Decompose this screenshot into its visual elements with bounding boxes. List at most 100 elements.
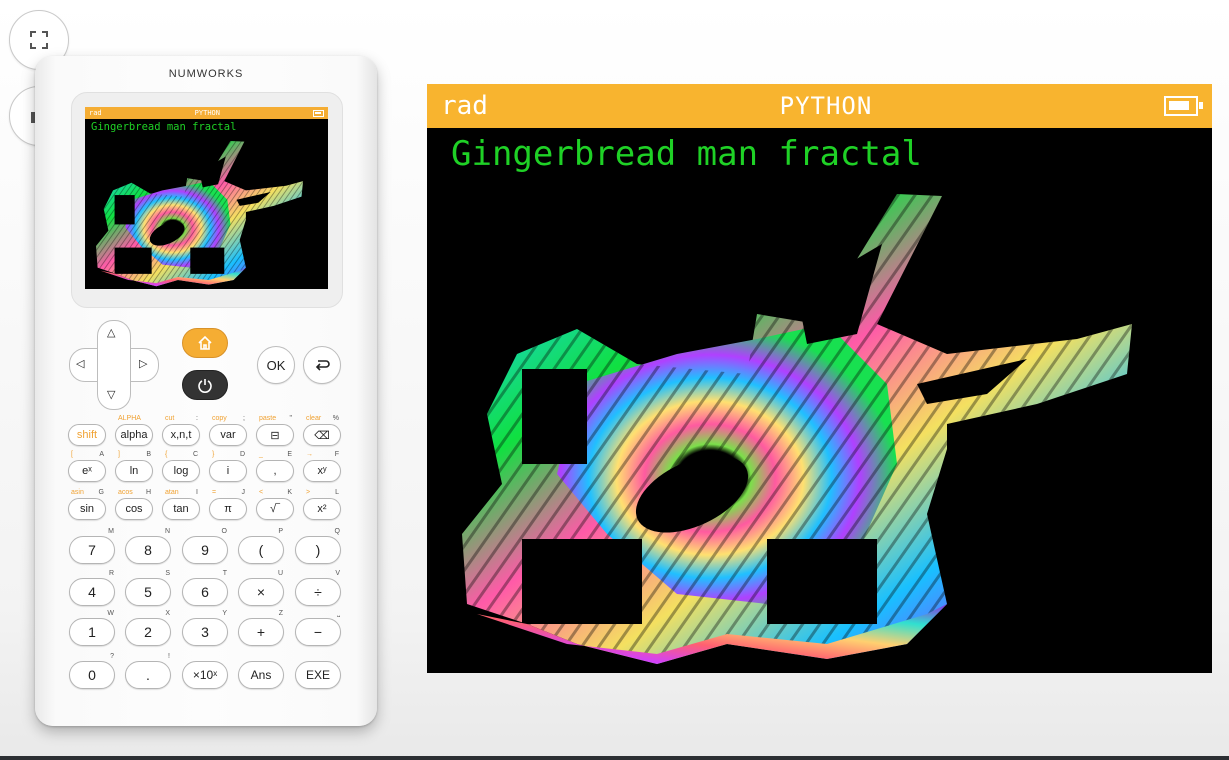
- key-alpha-label: M: [108, 528, 114, 535]
- key-r3-c5[interactable]: √‾ < K: [256, 489, 294, 520]
- key-num-r2-c1[interactable]: 4R: [69, 570, 115, 606]
- key-num-r2-c3[interactable]: 6T: [182, 570, 228, 606]
- key-r1-c4[interactable]: var copy;: [209, 415, 247, 446]
- key-alpha-label: ⎵: [337, 610, 340, 617]
- fractal-image: [462, 194, 1132, 664]
- window-bottom-edge: [0, 756, 1229, 760]
- key-r2-c1[interactable]: eˣ [A: [68, 451, 106, 482]
- key-num-r1-c2[interactable]: 8N: [125, 528, 171, 564]
- key-label: tan: [173, 503, 189, 515]
- key-num-r3-c1[interactable]: 1W: [69, 610, 115, 646]
- key-label: EXE: [305, 668, 330, 682]
- key-alpha-label: B: [146, 451, 151, 458]
- key-label: shift: [76, 429, 98, 441]
- key-r3-c3[interactable]: tan atan I: [162, 489, 200, 520]
- key-num-r1-c3[interactable]: 9O: [182, 528, 228, 564]
- right-arrow-key[interactable]: ▷: [139, 357, 147, 370]
- key-num-r4-c3[interactable]: ×10ˣ: [182, 661, 228, 689]
- key-label: ⌫: [314, 429, 330, 442]
- key-r1-c2[interactable]: alpha ALPHA: [115, 415, 153, 446]
- key-label: var: [220, 429, 236, 441]
- key-label: 2: [144, 624, 152, 640]
- key-num-r1-c4[interactable]: (P: [238, 528, 284, 564]
- key-r1-c3[interactable]: x,n,t cut:: [162, 415, 200, 446]
- key-alpha-label: P: [278, 528, 283, 535]
- key-alt-label: acos: [118, 489, 133, 496]
- key-num-r4-c5[interactable]: EXE: [295, 661, 341, 689]
- key-alpha-label: Y: [222, 610, 227, 617]
- fullscreen-icon: [30, 31, 48, 49]
- key-alt-label: <: [259, 489, 264, 496]
- left-arrow-key[interactable]: ◁: [76, 357, 84, 370]
- key-label: −: [313, 624, 323, 640]
- key-num-r3-c4[interactable]: + Z: [238, 610, 284, 646]
- key-alpha-label: R: [108, 570, 114, 577]
- key-label: 6: [201, 584, 209, 600]
- key-label: xʸ: [317, 465, 327, 477]
- key-label: 3: [201, 624, 209, 640]
- key-alt-label: =: [212, 489, 217, 496]
- key-num-r2-c2[interactable]: 5S: [125, 570, 171, 606]
- key-num-r1-c1[interactable]: 7M: [69, 528, 115, 564]
- key-num-r4-c4[interactable]: Ans: [238, 661, 284, 689]
- down-arrow-key[interactable]: ▽: [107, 388, 115, 401]
- mini-fractal-image: [96, 140, 304, 287]
- key-num-r2-c4[interactable]: × U: [238, 570, 284, 606]
- key-label: ,: [273, 465, 277, 477]
- key-num-r4-c1[interactable]: 0?: [69, 653, 115, 689]
- key-alpha-label: T: [222, 570, 227, 577]
- key-r3-c4[interactable]: π = J: [209, 489, 247, 520]
- key-label: √‾: [270, 503, 280, 515]
- up-arrow-key[interactable]: △: [107, 326, 115, 339]
- key-label: ⊟: [270, 429, 280, 442]
- dpad: △ ▽ ◁ ▷: [69, 320, 159, 410]
- key-alt-label: paste: [259, 415, 277, 422]
- key-alt-label: clear: [306, 415, 322, 422]
- key-alpha-label: I: [196, 489, 198, 496]
- key-r2-c4[interactable]: i} D: [209, 451, 247, 482]
- key-alpha-label: ;: [243, 415, 245, 422]
- key-alt-label: copy: [212, 415, 227, 422]
- back-button[interactable]: [303, 346, 341, 384]
- key-r1-c6[interactable]: ⌫ clear%: [303, 415, 341, 446]
- key-r1-c1[interactable]: shift: [68, 424, 106, 446]
- key-label: x²: [317, 503, 327, 515]
- key-alpha-label: X: [165, 610, 170, 617]
- key-alt-label: >: [306, 489, 311, 496]
- key-alpha-label: H: [145, 489, 151, 496]
- key-r2-c5[interactable]: , _ E: [256, 451, 294, 482]
- key-label: 4: [88, 584, 96, 600]
- key-alt-label: ]: [118, 451, 120, 458]
- home-button[interactable]: [182, 328, 228, 358]
- key-r3-c6[interactable]: x² > L: [303, 489, 341, 520]
- key-alt-label: _: [259, 451, 263, 458]
- key-label: 9: [201, 542, 209, 558]
- power-button[interactable]: [182, 370, 228, 400]
- ok-button[interactable]: OK: [257, 346, 295, 384]
- key-r2-c6[interactable]: xʸ → F: [303, 451, 341, 482]
- key-label: ln: [129, 465, 139, 477]
- key-label: cos: [125, 503, 143, 515]
- key-alpha-label: ?: [110, 653, 114, 660]
- key-num-r3-c2[interactable]: 2X: [125, 610, 171, 646]
- key-num-r4-c2[interactable]: .!: [125, 653, 171, 689]
- key-alpha-label: N: [164, 528, 170, 535]
- key-label: 7: [88, 542, 96, 558]
- key-alt-label: atan: [165, 489, 179, 496]
- mini-screen: rad PYTHON Gingerbread man fractal: [85, 107, 328, 289]
- key-r1-c5[interactable]: ⊟ paste ": [256, 415, 294, 446]
- key-alt-label: asin: [71, 489, 84, 496]
- key-alpha-label: W: [107, 610, 114, 617]
- calculator: NUMWORKS rad PYTHON Gingerbread man frac…: [35, 56, 377, 726]
- key-alpha-label: %: [332, 415, 339, 422]
- key-alt-label: [: [71, 451, 73, 458]
- key-num-r2-c5[interactable]: ÷ V: [295, 570, 341, 606]
- key-r3-c2[interactable]: cos acos H: [115, 489, 153, 520]
- key-r3-c1[interactable]: sin asin G: [68, 489, 106, 520]
- key-num-r1-c5[interactable]: ) Q: [295, 528, 341, 564]
- key-alt-label: }: [212, 451, 215, 458]
- key-num-r3-c5[interactable]: − ⎵: [295, 610, 341, 646]
- key-num-r3-c3[interactable]: 3Y: [182, 610, 228, 646]
- key-r2-c2[interactable]: ln] B: [115, 451, 153, 482]
- key-r2-c3[interactable]: log {C: [162, 451, 200, 482]
